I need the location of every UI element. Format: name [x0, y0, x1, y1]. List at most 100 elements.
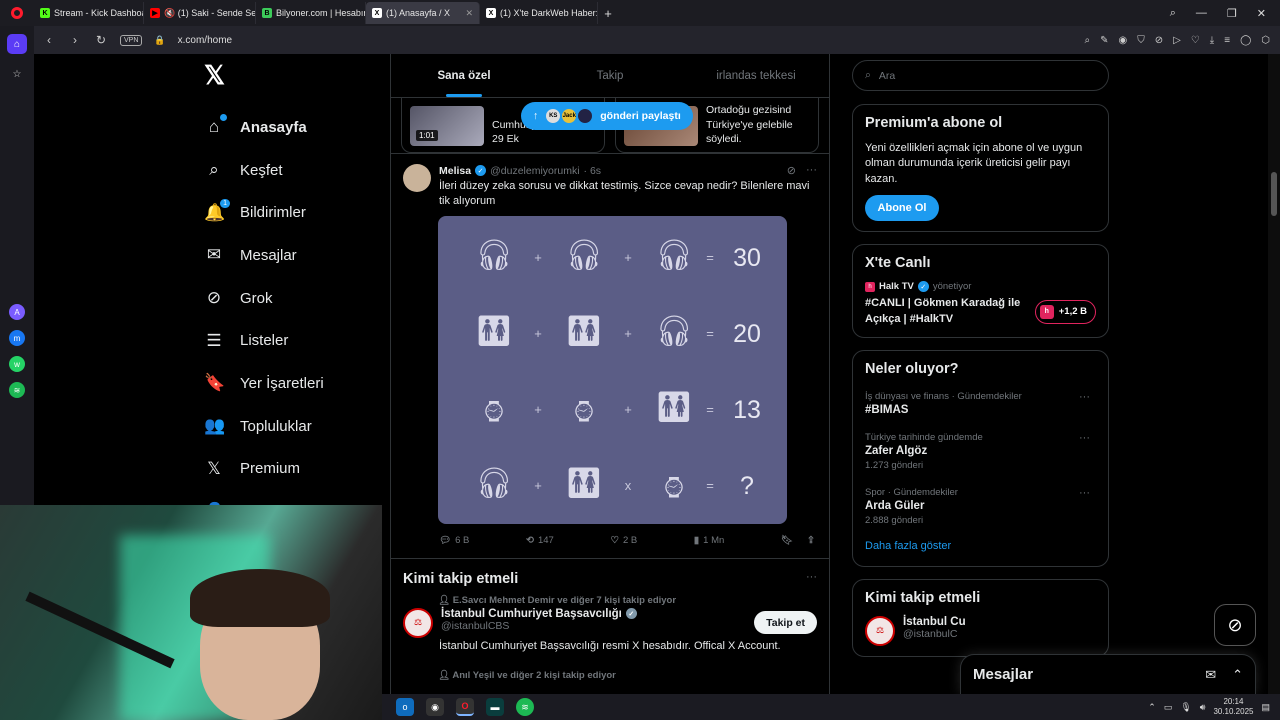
avatar[interactable]: ⚖	[403, 607, 433, 638]
forward-button[interactable]: ›	[68, 33, 82, 47]
scrollbar-thumb[interactable]	[1271, 172, 1277, 216]
search-tabs-icon[interactable]: ⌕	[1170, 7, 1176, 20]
browser-tab[interactable]: K Stream - Kick Dashboard	[34, 2, 144, 24]
restore-button[interactable]: ❐	[1227, 7, 1237, 20]
account-name[interactable]: İstanbul Cumhuriyet Başsavcılığı	[441, 608, 622, 620]
messenger-icon[interactable]: m	[9, 330, 25, 346]
spotify-icon[interactable]: ≋	[9, 382, 25, 398]
messages-drawer[interactable]: Mesajlar ✉ ⌃	[960, 654, 1256, 694]
x-logo-icon[interactable]: 𝕏	[204, 60, 386, 96]
tweet[interactable]: Melisa ✓ @duzelemiyorumki · 6s ⊘ ··· İle…	[391, 154, 829, 559]
follow-button[interactable]: Takip et	[754, 611, 817, 635]
edit-icon[interactable]: ✎	[1100, 35, 1108, 46]
outlook-icon[interactable]: o	[396, 698, 414, 716]
more-icon[interactable]: ···	[806, 164, 817, 177]
account-name[interactable]: İstanbul Cu	[903, 616, 966, 628]
vpn-badge[interactable]: VPN	[120, 34, 143, 46]
tweet-author-handle[interactable]: @duzelemiyorumki	[490, 165, 579, 177]
heart-icon[interactable]: ♡	[1191, 35, 1200, 46]
follow-suggestion[interactable]: ⚖ İstanbul Cu @istanbulC	[865, 615, 1096, 646]
home-icon[interactable]: ⌂	[7, 34, 27, 54]
nav-item-communities[interactable]: 👥 Topluluklar	[196, 405, 386, 448]
reload-button[interactable]: ↻	[94, 33, 108, 47]
search-input[interactable]: ⌕ Ara	[852, 60, 1109, 91]
nav-item-bookmark[interactable]: 🔖 Yer İşaretleri	[196, 362, 386, 405]
whatsapp-icon[interactable]: w	[9, 356, 25, 372]
volume-icon[interactable]: 🔊︎	[1200, 702, 1206, 713]
mic-icon[interactable]: 🎙︎	[1180, 702, 1191, 713]
back-button[interactable]: ‹	[42, 33, 56, 47]
more-icon[interactable]: ···	[1079, 487, 1090, 499]
subscribe-button[interactable]: Abone Ol	[865, 195, 939, 222]
listeners-badge[interactable]: h +1,2 B	[1034, 299, 1096, 324]
nav-item-home[interactable]: ⌂ Anasayfa	[196, 106, 386, 149]
more-icon[interactable]: ···	[806, 571, 817, 587]
clock[interactable]: 20:14 30.10.2025	[1213, 697, 1253, 716]
grok-icon[interactable]: ⊘	[787, 164, 796, 177]
url-field[interactable]: x.com/home	[178, 35, 232, 46]
video-thumbnail[interactable]: 1:01	[410, 106, 484, 146]
close-tab-icon[interactable]: ✕	[461, 8, 473, 19]
avatar[interactable]	[403, 164, 431, 192]
nav-item-list[interactable]: ☰ Listeler	[196, 319, 386, 362]
live-stream[interactable]: #CANLI | Gökmen Karadağ ile Açıkça | #Ha…	[865, 296, 1096, 327]
avatar[interactable]: ⚖	[865, 615, 895, 646]
trend-item[interactable]: İş dünyası ve finans · Gündemdekiler #BIM…	[865, 391, 1096, 416]
nav-item-search[interactable]: ⌕ Keşfet	[196, 149, 386, 192]
tab-following[interactable]: Takip	[537, 54, 683, 97]
extensions-icon[interactable]: ⬡	[1261, 35, 1270, 46]
shield-icon[interactable]: ⛉	[1137, 35, 1145, 46]
trend-item[interactable]: Türkiye tarihinde gündemde Zafer Algöz 1.2…	[865, 432, 1096, 471]
download-icon[interactable]: ⤓	[1210, 35, 1214, 46]
trend-item[interactable]: Spor · Gündemdekiler Arda Güler 2.888 gönd…	[865, 487, 1096, 526]
browser-tab[interactable]: X (1) X'te DarkWeb Haber: "	[480, 2, 598, 24]
nav-item-bell[interactable]: 🔔 1 Bildirimler	[196, 191, 386, 234]
tweet-author-name[interactable]: Melisa	[439, 165, 471, 177]
player-icon[interactable]: ▷	[1173, 35, 1181, 46]
menu-icon[interactable]: ≡	[1224, 35, 1230, 46]
opera-logo-icon[interactable]	[0, 0, 34, 26]
spotify-icon[interactable]: ≋	[516, 698, 534, 716]
share-icon[interactable]: ⇪	[807, 535, 815, 546]
lens-icon[interactable]: ⌕	[1085, 35, 1091, 46]
nav-item-grok[interactable]: ⊘ Grok	[196, 277, 386, 320]
live-host[interactable]: h Halk TV ✓ yönetiyor	[865, 281, 1096, 293]
close-window-button[interactable]: ✕	[1257, 7, 1266, 20]
opera-taskbar-icon[interactable]: O	[456, 698, 474, 716]
account-handle[interactable]: @istanbulCBS	[441, 620, 637, 632]
minimize-button[interactable]: —	[1196, 7, 1207, 20]
star-icon[interactable]: ☆	[7, 64, 27, 84]
browser-tab[interactable]: B Bilyoner.com | Hesabım |	[256, 2, 366, 24]
account-handle[interactable]: @istanbulC	[903, 628, 966, 640]
notifications-icon[interactable]: ▤	[1261, 702, 1270, 713]
more-icon[interactable]: ···	[1079, 391, 1090, 403]
account-icon[interactable]: ◯	[1240, 35, 1251, 46]
tab-list[interactable]: irlandas tekkesi	[683, 54, 829, 97]
reply-button[interactable]: 💬︎ 6 B	[439, 535, 469, 546]
new-tab-button[interactable]: +	[598, 6, 618, 21]
obs-icon[interactable]: ◉	[426, 698, 444, 716]
views-button[interactable]: ▮ 1 Mn	[694, 535, 724, 546]
tab-for-you[interactable]: Sana özel	[391, 54, 537, 97]
tray-chevron-icon[interactable]: ⌃	[1148, 702, 1156, 713]
nav-item-mail[interactable]: ✉ Mesajlar	[196, 234, 386, 277]
page-scrollbar[interactable]	[1268, 54, 1280, 694]
expand-icon[interactable]: ⌃	[1232, 667, 1243, 683]
more-icon[interactable]: ···	[1079, 432, 1090, 444]
bookmark-icon[interactable]: 🔖︎	[781, 535, 793, 546]
nav-item-x-premium[interactable]: 𝕏 Premium	[196, 448, 386, 491]
retweet-button[interactable]: ⟲ 147	[526, 535, 554, 546]
new-message-icon[interactable]: ✉	[1205, 667, 1216, 683]
grok-fab-button[interactable]: ⊘	[1214, 604, 1256, 646]
new-posts-pill[interactable]: ↑ KS Jack gönderi paylaştı	[521, 102, 693, 130]
show-more-link[interactable]: Daha fazla göster	[865, 540, 1096, 552]
terminal-icon[interactable]: ▬	[486, 698, 504, 716]
follow-suggestion[interactable]: ⚖ İstanbul Cumhuriyet Başsavcılığı ✓ @ist…	[391, 606, 829, 640]
camera-icon[interactable]: ◉	[1119, 35, 1128, 46]
browser-tab[interactable]: X (1) Anasayfa / X ✕	[366, 2, 480, 24]
lock-icon[interactable]: 🔒	[154, 35, 165, 46]
aria-icon[interactable]: A	[9, 304, 25, 320]
browser-tab[interactable]: ▶ 🔇 (1) Saki - Sende Sev A	[144, 2, 256, 24]
like-button[interactable]: ♡ 2 B	[610, 535, 637, 546]
tweet-time[interactable]: · 6s	[584, 165, 602, 177]
